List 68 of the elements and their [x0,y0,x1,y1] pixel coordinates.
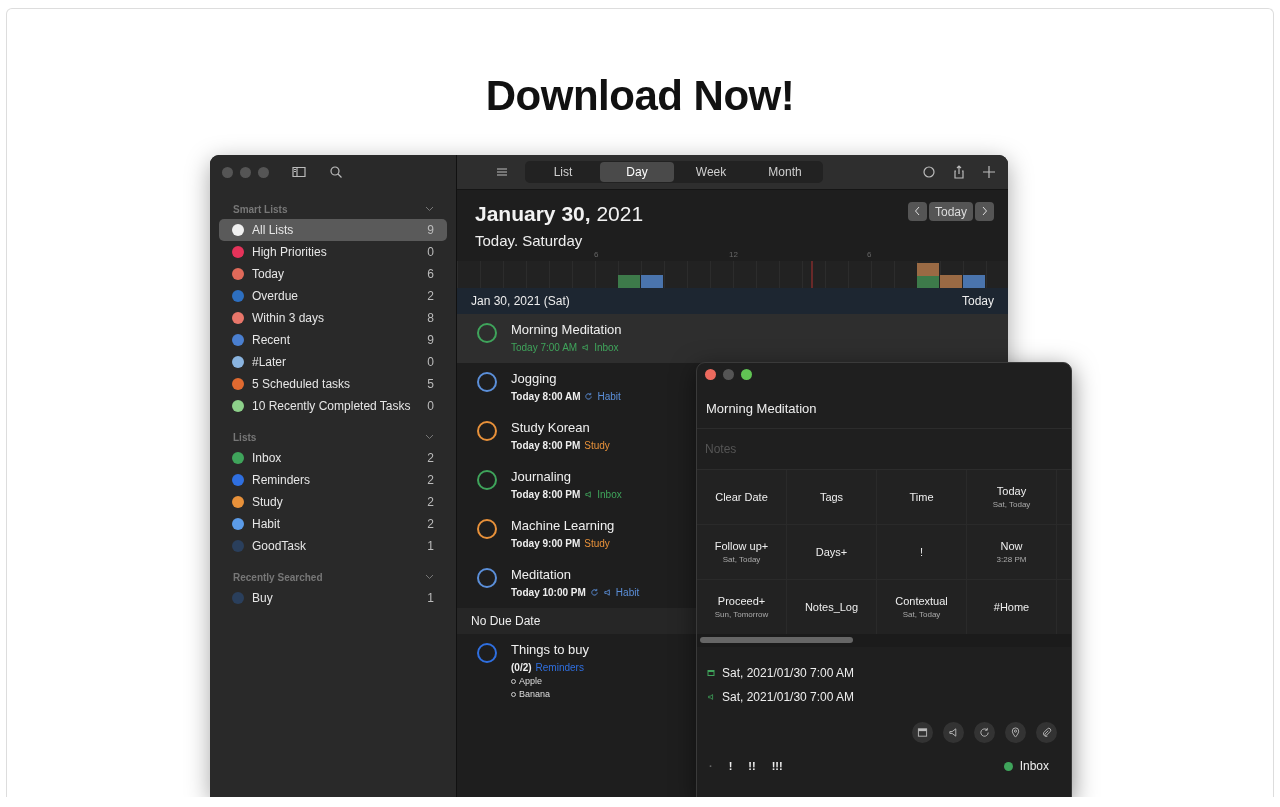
item-count: 2 [427,517,434,531]
task-list: Study [584,440,610,451]
hour-tick: 6 [867,250,872,259]
subtask: Apple [519,676,543,686]
item-label: Habit [252,517,281,531]
item-label: Buy [252,591,274,605]
item-label: 5 Scheduled tasks [252,377,352,391]
task-time: Today 10:00 PM [511,587,586,598]
task-time: Today 7:00 AM [511,342,578,353]
item-count: 2 [427,289,434,303]
task-list: Habit [615,587,640,598]
section-title: Smart Lists [233,203,288,215]
today-label: Today [961,294,994,308]
task-title: Machine Learning [511,518,615,533]
item-count: 6 [427,267,434,281]
task-list: Habit [597,391,621,402]
hour-tick: 6 [594,250,599,259]
item-count: 1 [427,591,434,605]
item-count: 5 [427,377,434,391]
item-count: 9 [427,223,434,237]
item-count: 0 [427,245,434,259]
task-time: Today 8:00 PM [511,489,581,500]
task-title: Morning Meditation [697,387,1071,429]
task-time: Today 9:00 PM [511,538,581,549]
section-title: Recently Searched [233,571,323,583]
task-title: Morning Meditation [511,322,622,337]
item-label: Overdue [252,289,300,303]
task-title: Meditation [511,567,572,582]
date-text: Sat, 2021/01/30 7:00 AM [722,666,855,680]
task-title: Journaling [511,469,572,484]
item-count: 2 [427,473,434,487]
date-text: Sat, 2021/01/30 7:00 AM [722,690,855,704]
section-title: Lists [233,431,257,443]
task-list: Inbox [594,342,619,353]
item-label: Study [252,495,284,509]
task-list: Reminders [535,662,584,673]
task-title: Jogging [511,371,558,386]
subtask: Banana [519,689,551,699]
item-count: 9 [427,333,434,347]
hour-tick: 12 [729,250,738,259]
item-label: High Priorities [252,245,328,259]
page-heading: Download Now! [485,73,795,119]
item-label: Reminders [252,473,312,487]
task-time: Today 8:00 PM [511,440,581,451]
item-label: Inbox [252,451,283,465]
item-count: 1 [427,539,434,553]
day-subtitle: Today. Saturday [475,232,584,249]
task-list: Inbox [597,489,622,500]
item-label: Recent [252,333,292,347]
item-label: All Lists [252,223,295,237]
item-count: 2 [427,451,434,465]
date-title: January 30, 2021 [475,202,644,226]
item-label: GoodTask [252,539,308,553]
task-title: Things to buy [511,642,590,657]
item-label: #Later [252,355,288,369]
item-label: Today [252,267,286,281]
task-time: Today 8:00 AM [511,391,581,402]
task-list: Study [584,538,610,549]
item-label: 10 Recently Completed Tasks [252,399,412,413]
task-progress: (0/2) [511,662,532,673]
task-title: Study Korean [511,420,591,435]
item-count: 0 [427,399,434,413]
item-label: Within 3 days [252,311,326,325]
item-count: 2 [427,495,434,509]
group-title: No Due Date [471,614,541,628]
item-count: 0 [427,355,434,369]
item-count: 8 [427,311,434,325]
group-title: Jan 30, 2021 (Sat) [471,294,570,308]
